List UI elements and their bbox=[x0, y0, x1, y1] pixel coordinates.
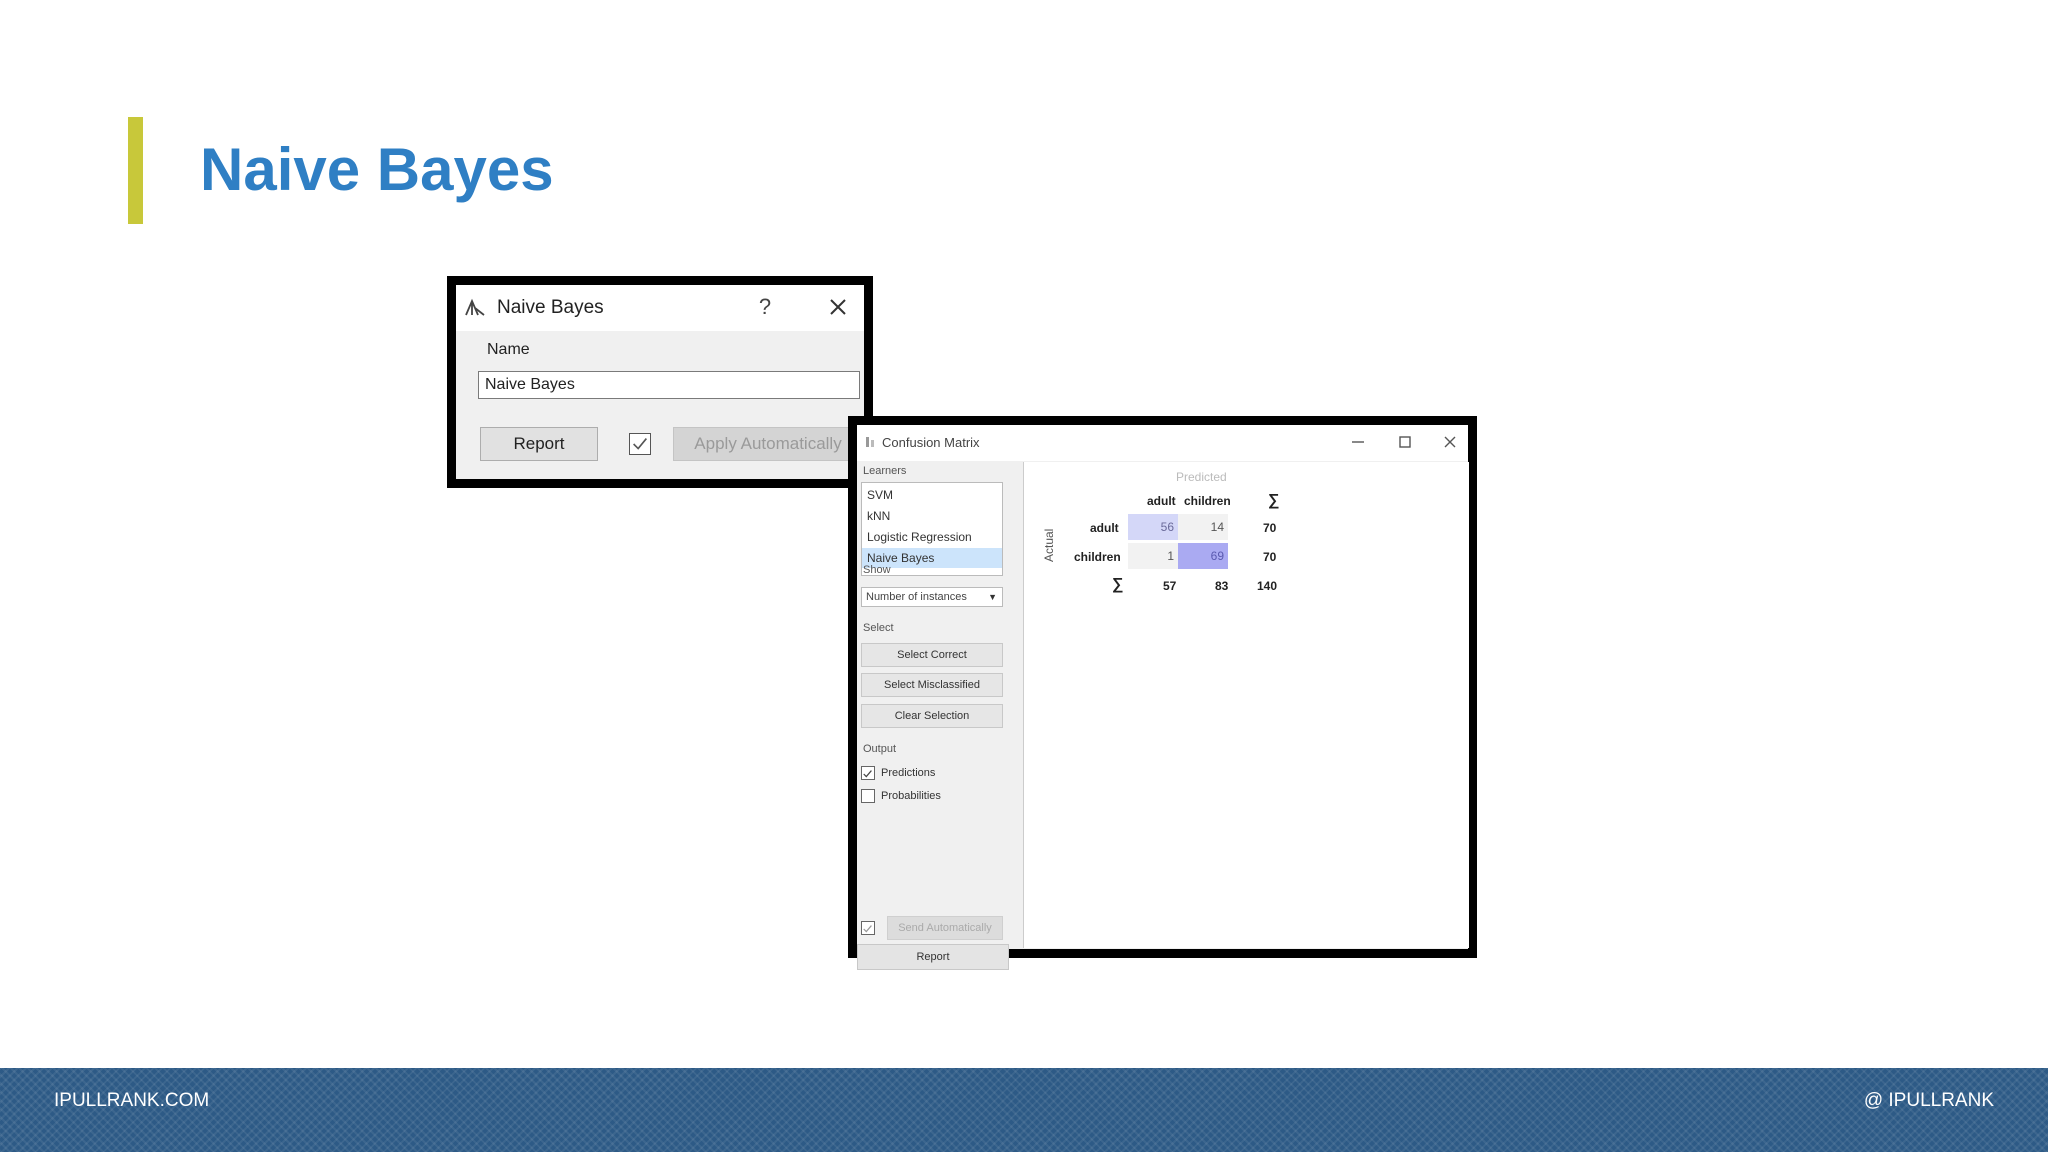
matrix-cell[interactable]: 1 bbox=[1128, 543, 1178, 569]
learners-label: Learners bbox=[863, 465, 907, 477]
probabilities-checkbox[interactable] bbox=[861, 789, 875, 803]
send-automatically-checkbox[interactable] bbox=[861, 921, 875, 935]
row-header-adult: adult bbox=[1090, 521, 1119, 535]
close-icon[interactable] bbox=[824, 293, 852, 321]
show-select-value: Number of instances bbox=[866, 591, 967, 603]
select-misclassified-button[interactable]: Select Misclassified bbox=[861, 673, 1003, 697]
matrix-cell[interactable]: 56 bbox=[1128, 514, 1178, 540]
maximize-icon[interactable] bbox=[1394, 431, 1416, 453]
learners-list[interactable]: SVM kNN Logistic Regression Naive Bayes bbox=[861, 482, 1003, 576]
col-header-children: children bbox=[1184, 494, 1231, 508]
name-label: Name bbox=[487, 341, 530, 358]
footer-handle: @ IPULLRANK bbox=[1863, 1090, 1994, 1111]
checkbox-icon bbox=[863, 925, 872, 933]
list-item[interactable]: SVM bbox=[862, 485, 1002, 505]
predicted-axis-label: Predicted bbox=[1176, 470, 1227, 484]
col-header-adult: adult bbox=[1147, 494, 1176, 508]
checkbox-icon bbox=[863, 770, 872, 778]
naive-bayes-window: Naive Bayes ? Name Report Apply Automati… bbox=[447, 276, 873, 488]
list-item[interactable]: kNN bbox=[862, 506, 1002, 526]
actual-axis-label: Actual bbox=[1042, 528, 1056, 562]
naive-bayes-icon bbox=[465, 298, 485, 316]
confusion-matrix-panel: Predicted Actual adult children ∑ adult … bbox=[1023, 462, 1469, 948]
grand-total: 140 bbox=[1257, 579, 1278, 593]
minimize-icon[interactable] bbox=[1347, 431, 1369, 453]
predictions-checkbox[interactable] bbox=[861, 766, 875, 780]
sum-symbol: ∑ bbox=[1268, 492, 1280, 509]
select-label: Select bbox=[863, 622, 894, 634]
row-total: 70 bbox=[1263, 550, 1277, 564]
close-icon[interactable] bbox=[1439, 431, 1461, 453]
predictions-label: Predictions bbox=[881, 767, 936, 779]
confusion-matrix-icon bbox=[866, 437, 874, 447]
sum-symbol: ∑ bbox=[1112, 576, 1124, 593]
naive-bayes-title: Naive Bayes bbox=[497, 297, 604, 318]
confusion-matrix-title: Confusion Matrix bbox=[882, 435, 980, 450]
help-icon[interactable]: ? bbox=[753, 293, 777, 321]
apply-automatically-checkbox[interactable] bbox=[629, 433, 651, 455]
row-header-children: children bbox=[1074, 550, 1121, 564]
select-correct-button[interactable]: Select Correct bbox=[861, 643, 1003, 667]
row-total: 70 bbox=[1263, 521, 1277, 535]
report-button[interactable]: Report bbox=[857, 944, 1009, 970]
report-button[interactable]: Report bbox=[480, 427, 598, 461]
apply-automatically-button[interactable]: Apply Automatically bbox=[673, 427, 863, 461]
show-label: Show bbox=[863, 564, 891, 576]
col-total: 83 bbox=[1215, 579, 1229, 593]
title-accent-bar bbox=[128, 117, 143, 224]
footer: IPULLRANK.COM @ IPULLRANK bbox=[0, 1068, 2048, 1152]
chevron-down-icon: ▼ bbox=[988, 592, 997, 602]
checkbox-icon bbox=[633, 438, 647, 450]
probabilities-label: Probabilities bbox=[881, 790, 941, 802]
confusion-matrix-window: Confusion Matrix Learners SVM kNN Logist… bbox=[848, 416, 1477, 970]
control-panel: Learners SVM kNN Logistic Regression Nai… bbox=[857, 461, 1009, 970]
output-label: Output bbox=[863, 743, 897, 755]
confusion-matrix-titlebar: Confusion Matrix bbox=[857, 425, 1468, 461]
matrix-cell[interactable]: 69 bbox=[1178, 543, 1228, 569]
naive-bayes-titlebar: Naive Bayes ? bbox=[456, 285, 864, 331]
clear-selection-button[interactable]: Clear Selection bbox=[861, 704, 1003, 728]
send-automatically-button[interactable]: Send Automatically bbox=[887, 916, 1003, 940]
show-select[interactable]: Number of instances ▼ bbox=[861, 587, 1003, 607]
col-total: 57 bbox=[1163, 579, 1177, 593]
matrix-cell[interactable]: 14 bbox=[1178, 514, 1228, 540]
name-input[interactable] bbox=[478, 371, 860, 399]
list-item[interactable]: Logistic Regression bbox=[862, 527, 1002, 547]
footer-website: IPULLRANK.COM bbox=[54, 1090, 210, 1111]
slide-title: Naive Bayes bbox=[200, 136, 554, 203]
